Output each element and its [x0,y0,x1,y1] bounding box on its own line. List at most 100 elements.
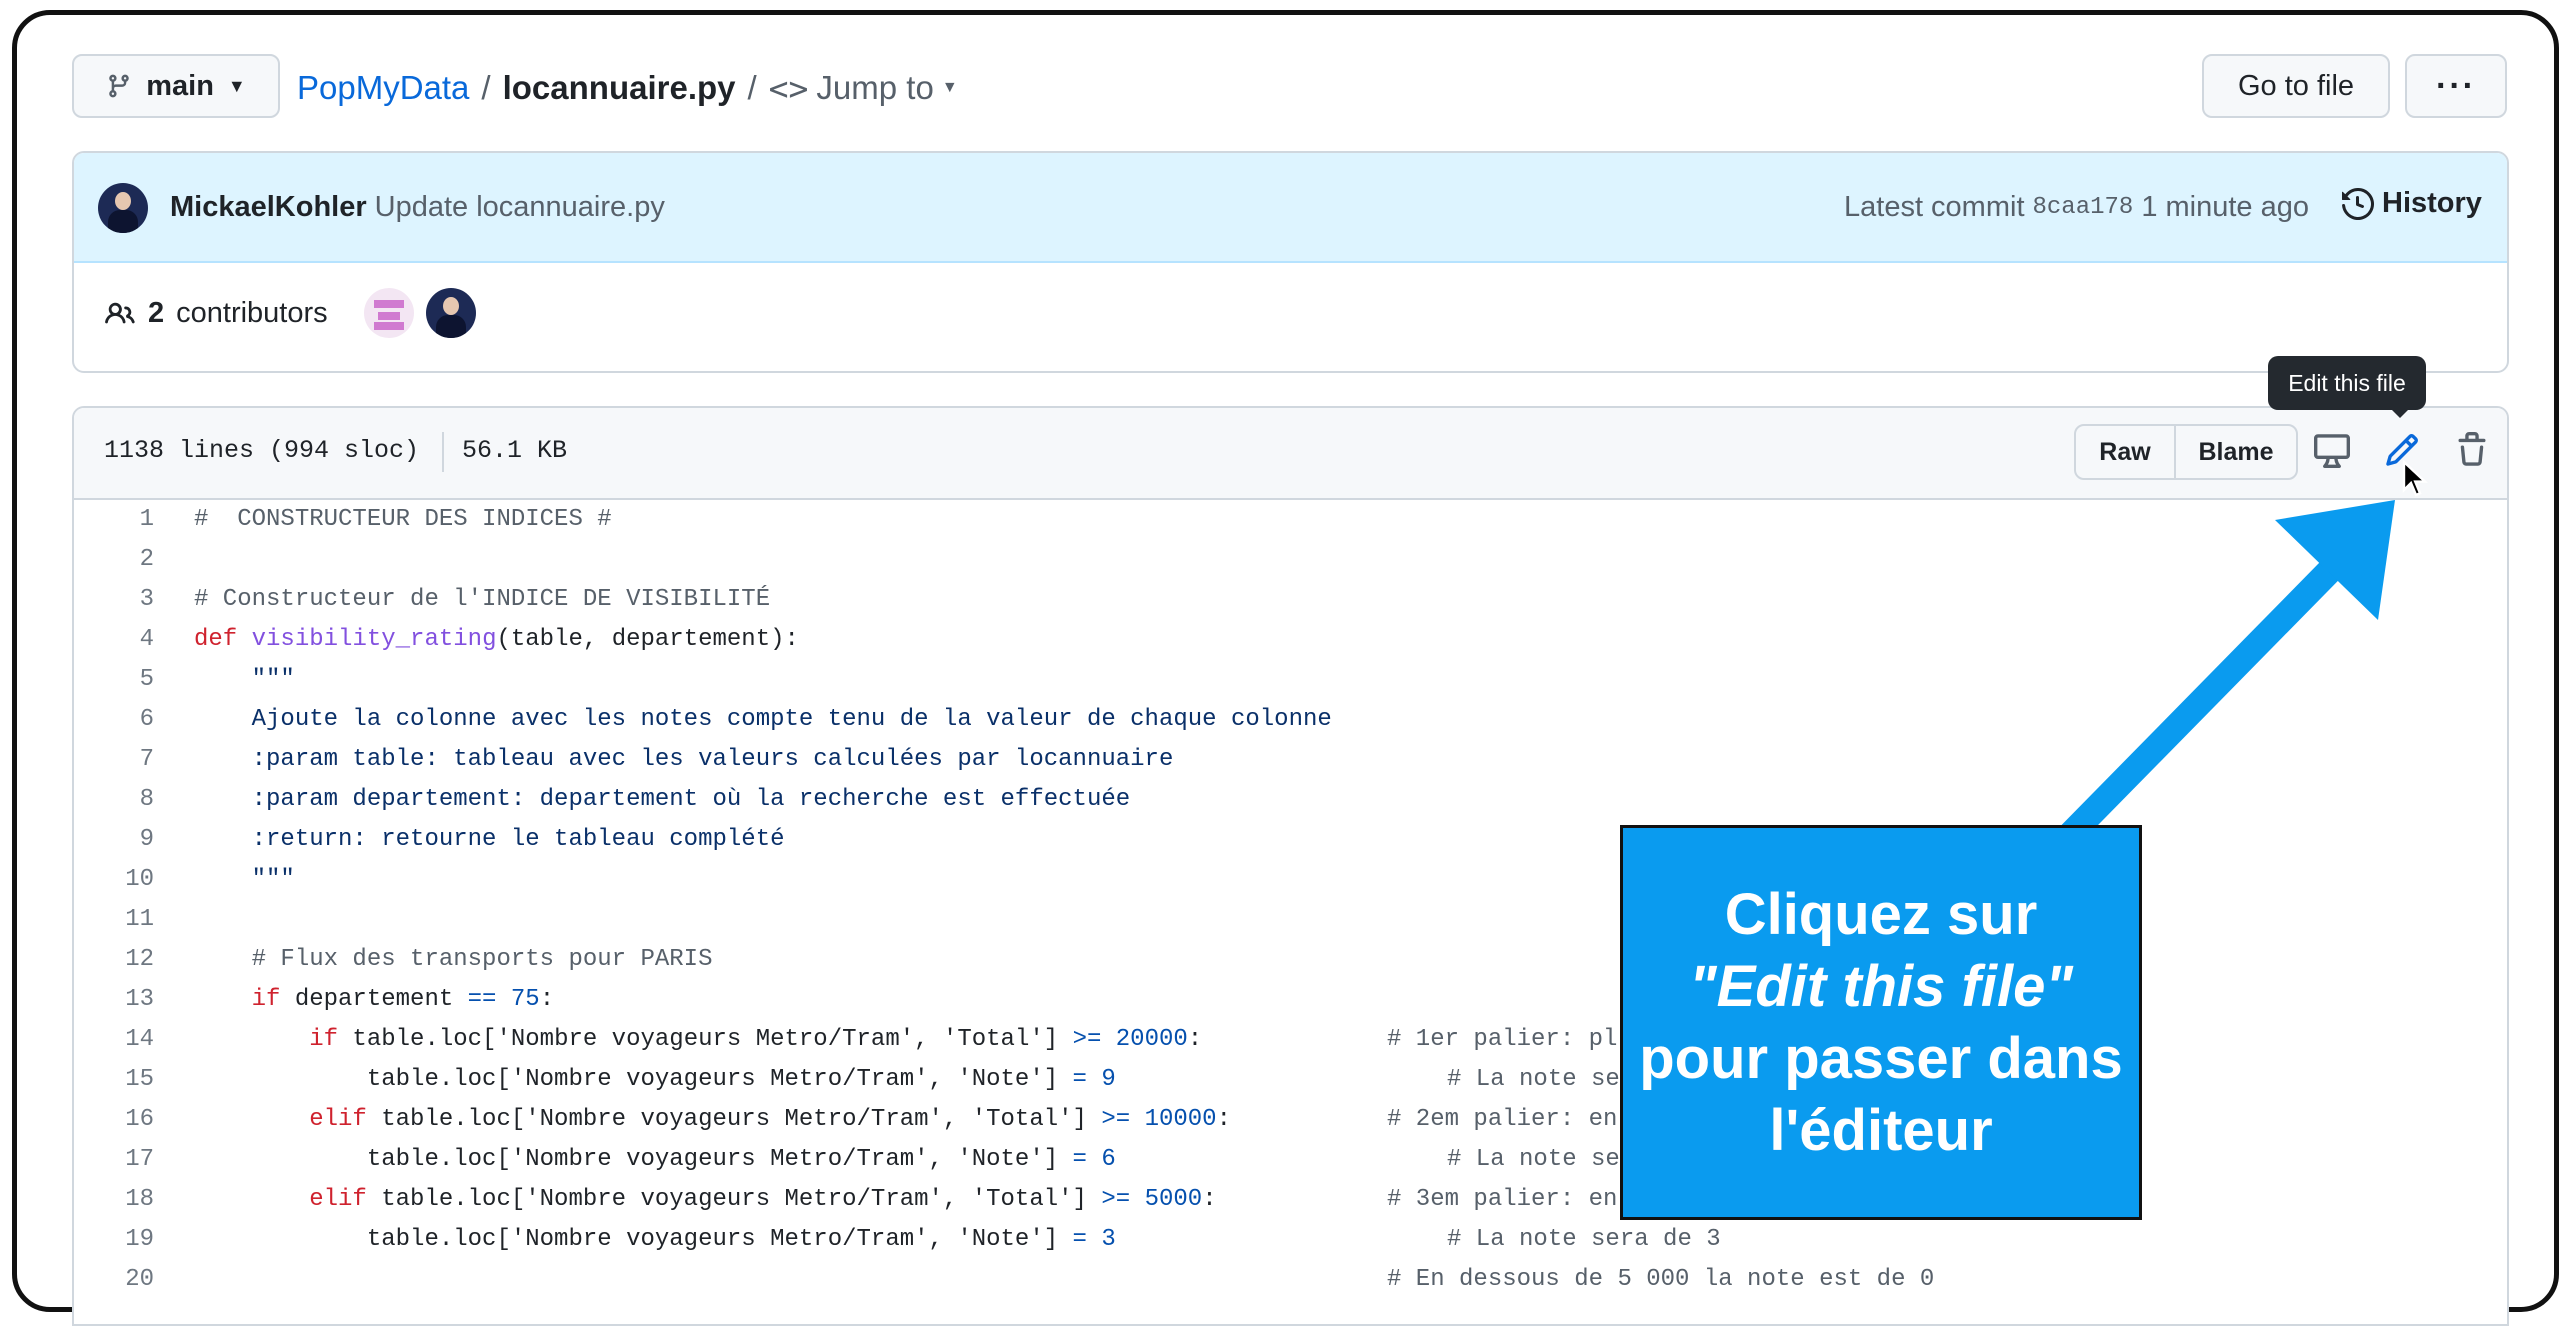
line-number[interactable]: 1 [74,500,154,540]
code-number: 5000 [1130,1186,1203,1213]
contributor-avatar[interactable] [426,288,476,338]
line-number[interactable]: 13 [74,980,154,1020]
code-line: """ [194,666,295,693]
code-keyword: def [194,626,238,653]
line-number[interactable]: 15 [74,1060,154,1100]
breadcrumb-separator: / [747,69,757,106]
code-line: table.loc['Nombre voyageurs Metro/Tram',… [194,1140,1116,1180]
tooltip-tail [2390,408,2410,418]
code-comment: # Constructeur de l'INDICE DE VISIBILITÉ [194,586,771,613]
line-number[interactable]: 17 [74,1140,154,1180]
code-comment: # CONSTRUCTEUR DES INDICES # [194,506,612,533]
breadcrumb: PopMyData / locannuaire.py / <> Jump to … [297,64,958,112]
line-number[interactable]: 6 [74,700,154,740]
line-number[interactable]: 16 [74,1100,154,1140]
delete-file-button[interactable] [2454,432,2490,473]
code-text: (table, departement): [496,626,799,653]
latest-commit-label: Latest commit [1844,191,2025,223]
line-number[interactable]: 19 [74,1220,154,1260]
commit-message[interactable]: Update locannuaire.py [375,191,665,224]
line-number[interactable]: 4 [74,620,154,660]
latest-commit-header: MickaelKohler Update locannuaire.py Late… [74,153,2507,263]
code-comment: # 3em palier: en [1387,1186,1618,1213]
history-link[interactable]: History [2342,187,2482,220]
code-operator: == [467,986,497,1013]
breadcrumb-file: locannuaire.py [502,69,736,106]
branch-selector-button[interactable]: main ▼ [72,54,280,118]
branch-icon [109,74,129,98]
contributor-avatar[interactable] [364,288,414,338]
code-line: # CONSTRUCTEUR DES INDICES # [194,500,612,540]
code-number: 9 [1086,1066,1116,1093]
jump-to-button[interactable]: <> Jump to ▼ [769,69,958,108]
code-comment: # 2em palier: en [1387,1106,1618,1133]
raw-blame-group: Raw Blame [2074,424,2298,480]
more-options-button[interactable]: ··· [2405,54,2507,118]
jump-to-label: Jump to [816,69,934,106]
display-source-button[interactable] [2314,432,2350,473]
line-number[interactable]: 3 [74,580,154,620]
callout-line: l'éditeur [1769,1097,1993,1163]
contributors-count: 2 [148,297,165,329]
divider [442,432,444,472]
caret-down-icon: ▼ [941,79,958,96]
code-text: table.loc['Nombre voyageurs Metro/Tram',… [366,1106,1102,1133]
line-number[interactable]: 8 [74,780,154,820]
breadcrumb-separator: / [481,69,491,106]
code-text: : [1187,1026,1203,1053]
contributors-line[interactable]: 2 contributors [104,297,328,330]
file-header: 1138 lines (994 sloc) 56.1 KB Raw Blame [74,408,2507,500]
raw-button[interactable]: Raw [2076,426,2176,478]
blame-button[interactable]: Blame [2176,426,2296,478]
caret-down-icon: ▼ [227,75,246,96]
code-number: 10000 [1130,1106,1217,1133]
breadcrumb-repo-link[interactable]: PopMyData [297,69,469,107]
commit-box: MickaelKohler Update locannuaire.py Late… [72,151,2509,373]
code-line: table.loc['Nombre voyageurs Metro/Tram',… [194,1060,1116,1100]
go-to-file-button[interactable]: Go to file [2202,54,2390,118]
code-icon: <> [768,68,809,108]
code-text: table.loc['Nombre voyageurs Metro/Tram',… [366,1186,1102,1213]
line-number[interactable]: 9 [74,820,154,860]
line-number[interactable]: 7 [74,740,154,780]
code-comment: # La note se [1447,1146,1620,1173]
line-number[interactable]: 14 [74,1020,154,1060]
commit-time: 1 minute ago [2141,191,2309,223]
file-size: 56.1 KB [462,436,568,465]
line-number[interactable]: 12 [74,940,154,980]
code-line: """ [194,866,295,893]
code-comment: # En dessous de 5 000 la note est de 0 [1387,1266,1935,1293]
code-line: if table.loc['Nombre voyageurs Metro/Tra… [194,1020,1202,1060]
history-icon [2342,187,2374,220]
code-line: Ajoute la colonne avec les notes compte … [194,706,1332,733]
branch-label: main [146,69,214,102]
code-number: 3 [1086,1226,1116,1253]
code-keyword: elif [194,1186,367,1213]
code-line: table.loc['Nombre voyageurs Metro/Tram',… [194,1220,1116,1260]
code-line: # Flux des transports pour PARIS [194,946,713,973]
avatar[interactable] [98,183,148,233]
commit-sha[interactable]: 8caa178 [2033,194,2134,221]
line-number[interactable]: 2 [74,540,154,580]
code-text: table.loc['Nombre voyageurs Metro/Tram',… [194,1226,1073,1253]
line-number[interactable]: 20 [74,1260,154,1300]
code-line: def visibility_rating(table, departement… [194,620,799,660]
code-line: elif table.loc['Nombre voyageurs Metro/T… [194,1180,1216,1220]
code-operator: = [1072,1226,1087,1253]
line-number[interactable]: 10 [74,860,154,900]
commit-author[interactable]: MickaelKohler [170,191,367,224]
code-line: :param table: tableau avec les valeurs c… [194,746,1174,773]
code-operator: >= [1072,1026,1102,1053]
edit-file-tooltip: Edit this file [2268,356,2426,410]
code-text: : [539,986,555,1013]
code-keyword: if [194,1026,339,1053]
line-number[interactable]: 5 [74,660,154,700]
code-text: departement [280,986,468,1013]
line-number[interactable]: 11 [74,900,154,940]
line-number[interactable]: 18 [74,1180,154,1220]
callout-line: pour passer dans [1639,1025,2123,1091]
code-text: table.loc['Nombre voyageurs Metro/Tram',… [194,1146,1073,1173]
code-function-name: visibility_rating [251,626,497,653]
code-text: table.loc['Nombre voyageurs Metro/Tram',… [194,1066,1073,1093]
code-comment: # La note se [1447,1066,1620,1093]
